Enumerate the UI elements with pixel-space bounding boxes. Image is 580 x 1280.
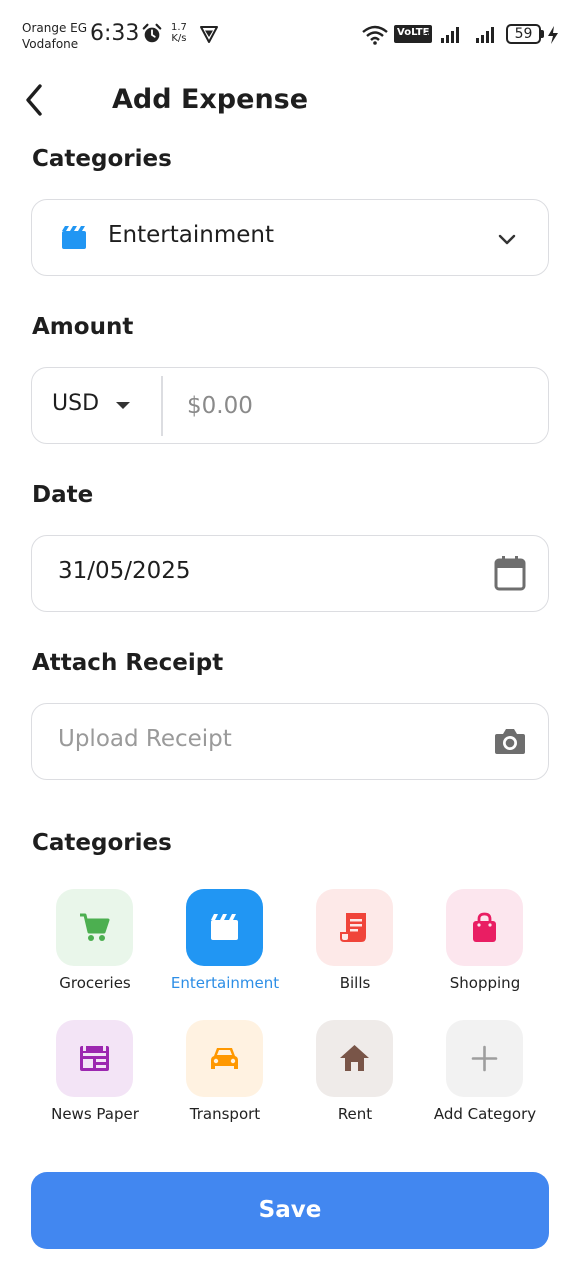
- date-value: 31/05/2025: [58, 558, 191, 584]
- category-tile: [56, 1020, 133, 1097]
- category-item-label: Entertainment: [170, 974, 280, 992]
- category-tile: [186, 1020, 263, 1097]
- category-item-label: Shopping: [449, 974, 521, 992]
- currency-select[interactable]: USD: [32, 368, 162, 443]
- clapperboard-icon: [211, 914, 238, 940]
- back-button[interactable]: [20, 82, 52, 118]
- page-title: Add Expense: [112, 84, 309, 115]
- category-tile: [316, 889, 393, 966]
- category-tile: [56, 889, 133, 966]
- currency-value: USD: [52, 391, 100, 416]
- carrier-2: Vodafone: [22, 37, 79, 51]
- selected-category: Entertainment: [108, 222, 274, 248]
- category-item-label: Bills: [339, 974, 371, 992]
- amount-label: Amount: [32, 314, 134, 340]
- category-item-label: Transport: [189, 1105, 261, 1123]
- newspaper-icon: [80, 1046, 109, 1071]
- calendar-icon[interactable]: [494, 555, 526, 591]
- category-item-groceries[interactable]: Groceries: [30, 889, 160, 999]
- receipt-label: Attach Receipt: [32, 650, 224, 676]
- category-item-label: Rent: [337, 1105, 373, 1123]
- carrier-1: Orange EG: [22, 21, 88, 35]
- battery-indicator: 59: [506, 24, 541, 44]
- category-item-entertainment[interactable]: Entertainment: [160, 889, 290, 999]
- date-label: Date: [32, 482, 94, 508]
- caret-down-icon: [116, 402, 130, 409]
- category-item-shopping[interactable]: Shopping: [420, 889, 550, 999]
- status-bar: Orange EG Vodafone 6:33 1.7 K/s VoLTE 2 …: [0, 0, 580, 66]
- wifi-icon: [362, 25, 388, 45]
- car-icon: [211, 1048, 238, 1069]
- add-category-button[interactable]: Add Category: [420, 1020, 550, 1130]
- category-item-label: News Paper: [51, 1105, 139, 1123]
- plus-icon: [471, 1045, 498, 1072]
- charging-icon: [548, 26, 558, 44]
- signal-icon: [476, 27, 494, 43]
- clapperboard-icon: [62, 226, 86, 249]
- speed-unit: K/s: [171, 33, 187, 44]
- category-item-news-paper[interactable]: News Paper: [30, 1020, 160, 1130]
- category-item-label: Groceries: [59, 974, 131, 992]
- chevron-down-icon: [498, 234, 516, 245]
- category-tile: [446, 889, 523, 966]
- date-field[interactable]: 31/05/2025: [31, 535, 549, 612]
- category-item-label: Add Category: [433, 1105, 537, 1123]
- network-speed: 1.7 K/s: [171, 22, 187, 44]
- volte-sim: 2: [423, 32, 430, 43]
- category-item-transport[interactable]: Transport: [160, 1020, 290, 1130]
- category-item-bills[interactable]: Bills: [290, 889, 420, 999]
- shopping-bag-icon: [473, 912, 496, 942]
- category-item-rent[interactable]: Rent: [290, 1020, 420, 1130]
- divider: [161, 376, 163, 436]
- category-tile: [316, 1020, 393, 1097]
- vpn-icon: [200, 26, 218, 43]
- receipt-icon: [340, 913, 366, 942]
- category-tile: [446, 1020, 523, 1097]
- speed-value: 1.7: [171, 22, 187, 33]
- save-button[interactable]: Save: [31, 1172, 549, 1249]
- category-select[interactable]: Entertainment: [31, 199, 549, 276]
- amount-field: USD: [31, 367, 549, 444]
- signal-icon: [441, 27, 459, 43]
- battery-tip: [541, 30, 544, 38]
- receipt-upload-field[interactable]: Upload Receipt: [31, 703, 549, 780]
- amount-input[interactable]: [187, 388, 527, 424]
- category-label: Categories: [32, 146, 172, 172]
- category-grid-title: Categories: [32, 830, 172, 856]
- home-icon: [340, 1045, 369, 1071]
- cart-icon: [80, 913, 110, 941]
- camera-icon[interactable]: [494, 726, 526, 756]
- status-time: 6:33: [90, 21, 140, 46]
- alarm-icon: [142, 23, 162, 43]
- carrier-names: Orange EG Vodafone: [22, 20, 87, 52]
- receipt-placeholder: Upload Receipt: [58, 726, 232, 752]
- category-tile: [186, 889, 263, 966]
